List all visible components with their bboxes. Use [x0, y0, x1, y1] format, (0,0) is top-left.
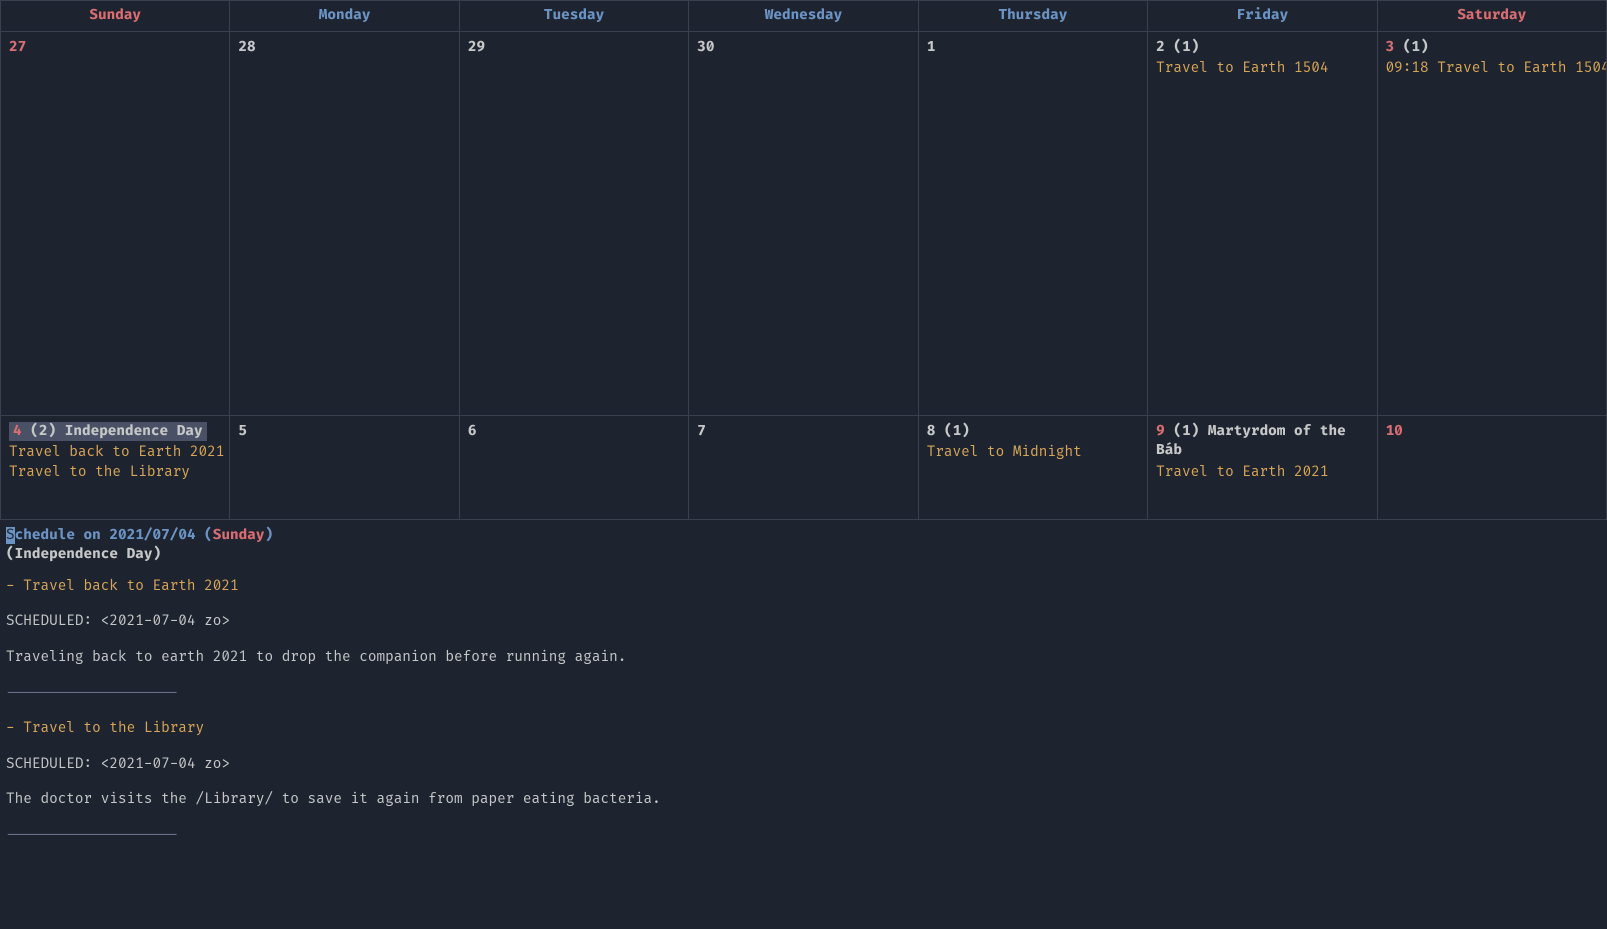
day-number: 4 [13, 423, 22, 440]
holiday-label: Independence Day [65, 423, 203, 440]
event-count: (1) [1173, 423, 1199, 440]
event-count: (1) [1173, 39, 1199, 56]
day-number: 29 [468, 39, 485, 56]
day-cell-7[interactable]: 7 [689, 416, 918, 520]
day-cell-27[interactable]: 27 [1, 32, 230, 416]
day-cell-8[interactable]: 8 (1) Travel to Midnight [919, 416, 1148, 520]
paren-open: ( [196, 527, 213, 544]
schedule-title: Schedule on 2021/07/04 (Sunday) [6, 526, 1601, 546]
day-cell-10[interactable]: 10 [1378, 416, 1607, 520]
schedule-prefix: chedule on [15, 527, 110, 544]
cursor: S [6, 527, 15, 544]
event-count: (2) [30, 423, 56, 440]
day-number: 6 [468, 423, 477, 440]
divider: -------------------- [6, 826, 1601, 846]
schedule-item-scheduled: SCHEDULED: <2021-07-04 zo> [6, 755, 1601, 775]
day-number: 28 [238, 39, 255, 56]
day-cell-9[interactable]: 9 (1) Martyrdom of the Báb Travel to Ear… [1148, 416, 1377, 520]
day-cell-3[interactable]: 3 (1) 09:18 Travel to Earth 1504 [1378, 32, 1607, 416]
schedule-item-desc: Traveling back to earth 2021 to drop the… [6, 648, 1601, 668]
schedule-item-title[interactable]: - Travel back to Earth 2021 [6, 577, 1601, 597]
event-count: (1) [1403, 39, 1429, 56]
schedule-panel: Schedule on 2021/07/04 (Sunday) (Indepen… [0, 520, 1607, 854]
day-cell-28[interactable]: 28 [230, 32, 459, 416]
header-saturday: Saturday [1378, 1, 1607, 32]
calendar-event[interactable]: Travel to Earth 1504 [1156, 59, 1368, 79]
day-cell-4-selected[interactable]: 4 (2) Independence Day Travel back to Ea… [1, 416, 230, 520]
calendar-grid: Sunday Monday Tuesday Wednesday Thursday… [0, 0, 1607, 520]
schedule-date: 2021/07/04 [109, 527, 195, 544]
schedule-dayname: Sunday [213, 527, 265, 544]
calendar-event[interactable]: 09:18 Travel to Earth 1504 [1386, 59, 1598, 79]
schedule-body: - Travel back to Earth 2021 SCHEDULED: <… [6, 577, 1601, 846]
header-monday: Monday [230, 1, 459, 32]
calendar-event[interactable]: Travel to Midnight [927, 443, 1139, 463]
day-cell-5[interactable]: 5 [230, 416, 459, 520]
day-number: 27 [9, 39, 26, 56]
calendar-event[interactable]: Travel back to Earth 2021 [9, 443, 221, 463]
divider: -------------------- [6, 684, 1601, 704]
calendar-event[interactable]: Travel to the Library [9, 463, 221, 483]
paren-close: ) [265, 527, 274, 544]
day-number: 1 [927, 39, 936, 56]
day-number: 3 [1386, 39, 1395, 56]
day-number: 5 [238, 423, 247, 440]
day-cell-29[interactable]: 29 [460, 32, 689, 416]
schedule-item-scheduled: SCHEDULED: <2021-07-04 zo> [6, 612, 1601, 632]
header-wednesday: Wednesday [689, 1, 918, 32]
day-cell-6[interactable]: 6 [460, 416, 689, 520]
day-cell-2[interactable]: 2 (1) Travel to Earth 1504 [1148, 32, 1377, 416]
calendar-event[interactable]: Travel to Earth 2021 [1156, 463, 1368, 483]
schedule-holiday: (Independence Day) [6, 545, 1601, 565]
day-number: 30 [697, 39, 714, 56]
event-count: (1) [944, 423, 970, 440]
day-number: 7 [697, 423, 706, 440]
day-cell-30[interactable]: 30 [689, 32, 918, 416]
header-thursday: Thursday [919, 1, 1148, 32]
day-number: 10 [1386, 423, 1403, 440]
day-cell-1[interactable]: 1 [919, 32, 1148, 416]
header-tuesday: Tuesday [460, 1, 689, 32]
day-number: 8 [927, 423, 936, 440]
schedule-item-desc: The doctor visits the /Library/ to save … [6, 790, 1601, 810]
header-friday: Friday [1148, 1, 1377, 32]
selected-day-highlight: 4 (2) Independence Day [9, 422, 207, 442]
schedule-item-title[interactable]: - Travel to the Library [6, 719, 1601, 739]
header-sunday: Sunday [1, 1, 230, 32]
day-number: 2 [1156, 39, 1165, 56]
day-number: 9 [1156, 423, 1165, 440]
